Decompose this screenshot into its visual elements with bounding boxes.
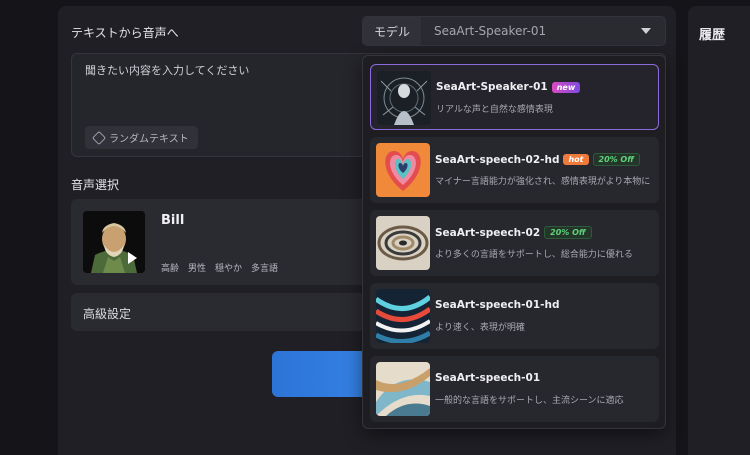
avatar[interactable] xyxy=(83,211,145,273)
model-option-name: SeaArt-Speaker-01 xyxy=(436,81,548,93)
voice-tag: 穏やか xyxy=(215,264,243,274)
dice-icon xyxy=(91,130,107,145)
wave-thumbnail-image xyxy=(376,289,430,343)
model-option-desc: マイナー言語能力が強化され、感情表現がより本物に xyxy=(435,177,651,187)
model-thumbnail xyxy=(376,143,430,197)
robot-thumbnail-image xyxy=(377,71,431,125)
model-option-name: SeaArt-speech-02 xyxy=(435,226,541,239)
model-option-speech-01[interactable]: SeaArt-speech-01 一般的な言語をサポートし、主流シーンに適応 xyxy=(370,356,659,422)
voice-tag: 男性 xyxy=(188,264,207,274)
voice-tag: 多言語 xyxy=(251,264,279,274)
random-text-label: ランダムテキスト xyxy=(109,134,189,145)
model-option-name: SeaArt-speech-02-hd xyxy=(435,153,560,166)
model-thumbnail xyxy=(376,289,430,343)
model-dropdown: SeaArt-Speaker-01 new リアルな声と自然な感情表現 SeaA… xyxy=(362,55,666,429)
heart-thumbnail-image xyxy=(376,143,430,197)
voice-tags: 高齢 男性 穏やか 多言語 xyxy=(161,261,278,274)
model-option-desc: より速く、表現が明確 xyxy=(435,323,525,333)
tts-title: テキストから音声へ xyxy=(71,26,179,40)
model-label: モデル xyxy=(363,17,421,45)
history-panel: 履歴 xyxy=(688,6,750,455)
voice-section-title: 音声選択 xyxy=(71,178,120,192)
model-option-name: SeaArt-speech-01 xyxy=(435,372,541,384)
model-thumbnail xyxy=(376,216,430,270)
discount-badge: 20% Off xyxy=(544,226,592,239)
model-option-desc: リアルな声と自然な感情表現 xyxy=(436,105,553,115)
model-option-speech-02-hd[interactable]: SeaArt-speech-02-hd hot 20% Off マイナー言語能力… xyxy=(370,137,659,203)
model-option-desc: より多くの言語をサポートし、総合能力に優れる xyxy=(435,250,633,260)
text-placeholder: 聞きたい内容を入力してください xyxy=(85,64,250,77)
voice-tag: 高齢 xyxy=(161,264,180,274)
hot-badge: hot xyxy=(563,154,589,165)
model-value: SeaArt-Speaker-01 xyxy=(434,24,547,38)
model-option-speech-02[interactable]: SeaArt-speech-02 20% Off より多くの言語をサポートし、総… xyxy=(370,210,659,276)
model-option-speech-01-hd[interactable]: SeaArt-speech-01-hd より速く、表現が明確 xyxy=(370,283,659,349)
model-thumbnail xyxy=(376,362,430,416)
advanced-settings-label: 高級設定 xyxy=(83,307,132,321)
discount-badge: 20% Off xyxy=(592,153,640,166)
history-title: 履歴 xyxy=(699,28,726,43)
new-badge: new xyxy=(551,81,581,93)
model-thumbnail xyxy=(377,71,431,125)
model-select[interactable]: モデル SeaArt-Speaker-01 xyxy=(362,16,666,46)
play-icon[interactable] xyxy=(128,252,137,264)
swirl-thumbnail-image xyxy=(376,216,430,270)
flow-thumbnail-image xyxy=(376,362,430,416)
model-option-speaker-01[interactable]: SeaArt-Speaker-01 new リアルな声と自然な感情表現 xyxy=(370,64,659,130)
model-option-name: SeaArt-speech-01-hd xyxy=(435,299,560,311)
voice-name: Bill xyxy=(161,213,185,228)
chevron-down-icon xyxy=(641,28,651,34)
model-option-desc: 一般的な言語をサポートし、主流シーンに適応 xyxy=(435,396,624,406)
random-text-button[interactable]: ランダムテキスト xyxy=(85,126,198,149)
